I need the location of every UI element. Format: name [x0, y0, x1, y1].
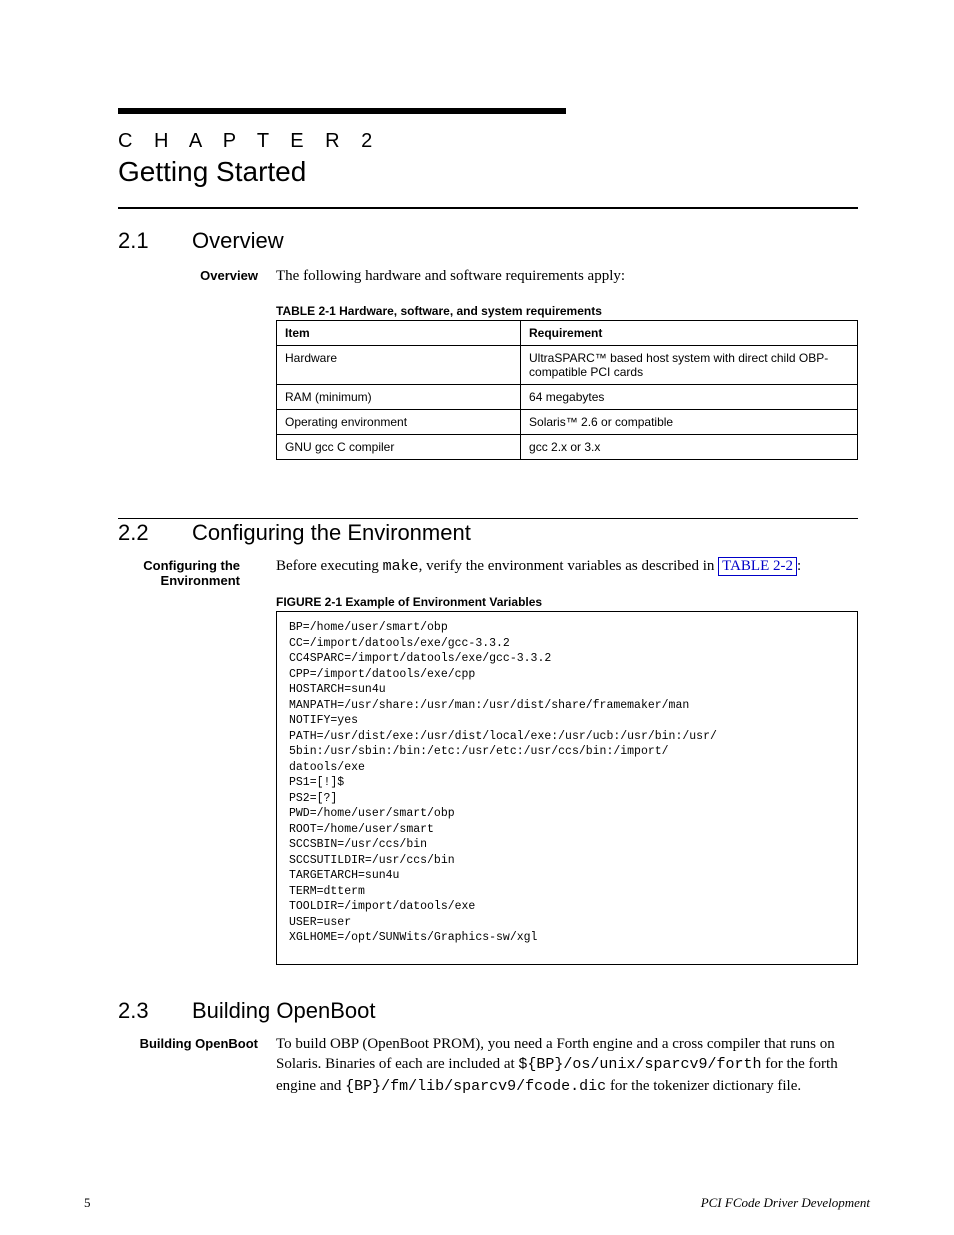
inline-code: make: [383, 558, 419, 575]
page-number: 5: [84, 1195, 91, 1211]
table-cell: GNU gcc C compiler: [277, 435, 521, 460]
table-cell: Operating environment: [277, 410, 521, 435]
margin-label-line: Configuring the: [143, 558, 240, 573]
section-title: Overview: [192, 228, 284, 254]
code-listing: BP=/home/user/smart/obp CC=/import/datoo…: [276, 611, 858, 965]
chapter-title: Getting Started: [118, 156, 306, 188]
chapter-rule: [118, 108, 566, 114]
section-margin-label: Overview: [118, 268, 258, 283]
inline-code: {BP}/fm/lib/sparcv9/fcode.dic: [345, 1078, 606, 1095]
section-paragraph: To build OBP (OpenBoot PROM), you need a…: [276, 1034, 858, 1097]
cross-reference-link[interactable]: TABLE 2-2: [718, 557, 797, 576]
text-run: Before executing: [276, 558, 383, 574]
section-number: 2.3: [118, 998, 149, 1024]
text-run: for the tokenizer dictionary file.: [606, 1078, 801, 1094]
section-number: 2.1: [118, 228, 149, 254]
chapter-kicker: C H A P T E R 2: [118, 130, 380, 153]
table-cell: gcc 2.x or 3.x: [521, 435, 858, 460]
table-row: GNU gcc C compilergcc 2.x or 3.x: [277, 435, 858, 460]
section-divider: [118, 518, 858, 519]
section-intro-text: The following hardware and software requ…: [276, 266, 858, 286]
table-cell: Solaris™ 2.6 or compatible: [521, 410, 858, 435]
table-cell: UltraSPARC™ based host system with direc…: [521, 346, 858, 385]
table-header: Requirement: [521, 321, 858, 346]
section-margin-label: Building OpenBoot: [118, 1036, 258, 1051]
table-row: HardwareUltraSPARC™ based host system wi…: [277, 346, 858, 385]
table-row: Operating environmentSolaris™ 2.6 or com…: [277, 410, 858, 435]
text-run: , verify the environment variables as de…: [419, 558, 718, 574]
table-row: RAM (minimum)64 megabytes: [277, 385, 858, 410]
section-number: 2.2: [118, 520, 149, 546]
section-rule: [118, 207, 858, 209]
table-cell: Hardware: [277, 346, 521, 385]
book-title: PCI FCode Driver Development: [701, 1195, 870, 1211]
section-paragraph: Before executing make, verify the enviro…: [276, 556, 858, 577]
figure-caption: FIGURE 2-1 Example of Environment Variab…: [276, 595, 542, 609]
table-header: Item: [277, 321, 521, 346]
inline-code: ${BP}/os/unix/sparcv9/forth: [518, 1056, 761, 1073]
requirements-table: Item Requirement HardwareUltraSPARC™ bas…: [276, 320, 858, 460]
section-margin-label: Configuring the Environment: [118, 558, 240, 588]
margin-label-line: Environment: [161, 573, 240, 588]
section-title: Configuring the Environment: [192, 520, 471, 546]
table-cell: RAM (minimum): [277, 385, 521, 410]
section-title: Building OpenBoot: [192, 998, 375, 1024]
text-run: :: [797, 558, 801, 574]
table-caption: TABLE 2-1 Hardware, software, and system…: [276, 304, 602, 318]
table-cell: 64 megabytes: [521, 385, 858, 410]
